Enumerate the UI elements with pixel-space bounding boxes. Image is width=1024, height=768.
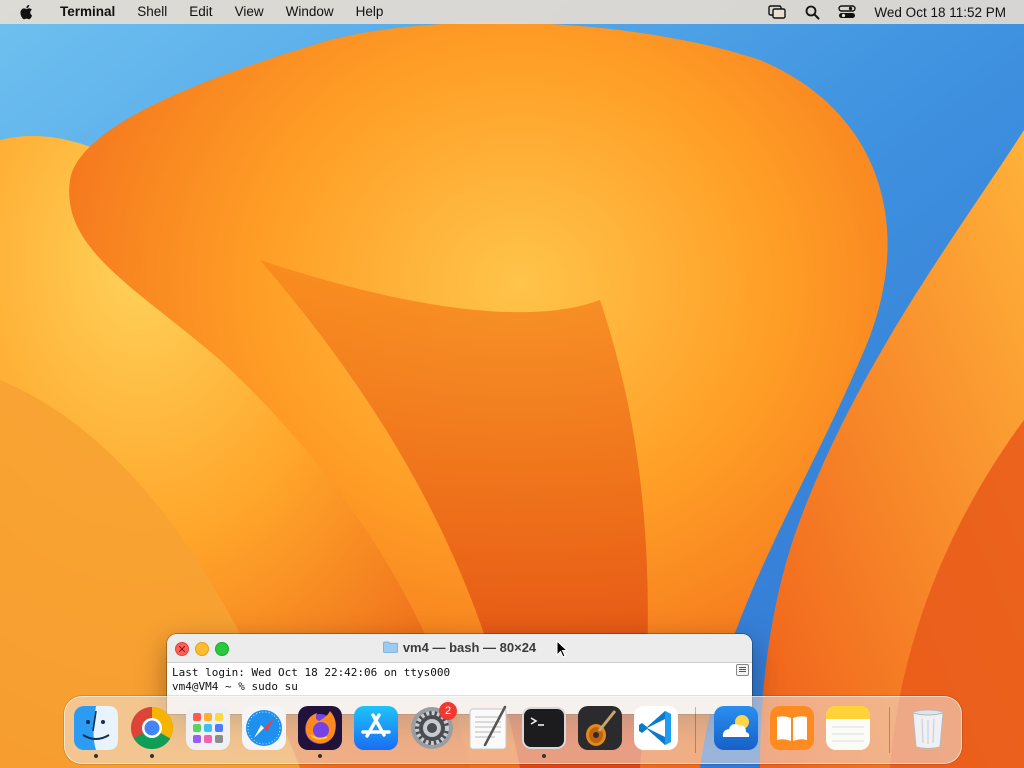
terminal-output[interactable]: Last login: Wed Oct 18 22:42:06 on ttys0… <box>167 663 752 697</box>
books-icon <box>770 706 814 750</box>
dock-vscode[interactable] <box>633 705 679 751</box>
terminal-line: Last login: Wed Oct 18 22:42:06 on ttys0… <box>172 666 451 679</box>
app-store-icon <box>354 706 398 750</box>
menu-edit[interactable]: Edit <box>178 0 223 24</box>
menu-view[interactable]: View <box>224 0 275 24</box>
finder-icon <box>74 706 118 750</box>
running-indicator <box>542 754 546 758</box>
chrome-icon <box>130 707 174 750</box>
apple-menu-icon[interactable] <box>18 3 36 21</box>
spotlight-search-icon[interactable] <box>803 4 821 20</box>
menu-window[interactable]: Window <box>275 0 345 24</box>
menu-shell[interactable]: Shell <box>126 0 178 24</box>
folder-icon <box>382 641 398 653</box>
control-center-icon[interactable] <box>838 4 857 20</box>
weather-icon <box>714 706 758 750</box>
dock-safari[interactable] <box>241 705 287 751</box>
firefox-icon <box>298 706 342 750</box>
window-title-wrap: vm4 — bash — 80×24 <box>167 634 752 662</box>
dock-system-settings[interactable]: 2 <box>409 702 457 751</box>
notes-icon <box>826 706 870 750</box>
dock-weather[interactable] <box>713 705 759 751</box>
notification-badge: 2 <box>439 702 457 720</box>
vscode-icon <box>634 706 678 750</box>
terminal-prompt-line[interactable]: vm4@VM4 ~ % sudo su <box>172 680 747 694</box>
menu-help[interactable]: Help <box>345 0 395 24</box>
dock-garageband[interactable] <box>577 705 623 751</box>
dock-finder[interactable] <box>73 705 119 758</box>
dock-chrome[interactable] <box>129 705 175 758</box>
running-indicator <box>318 754 322 758</box>
terminal-icon <box>522 707 566 749</box>
running-indicator <box>150 754 154 758</box>
dock: 2 <box>64 696 962 764</box>
dock-divider <box>695 707 696 753</box>
garageband-guitar-icon <box>578 706 622 750</box>
textedit-icon <box>469 705 507 750</box>
dock-trash[interactable] <box>905 705 951 751</box>
menu-app-terminal[interactable]: Terminal <box>52 0 126 24</box>
dock-launchpad[interactable] <box>185 705 231 751</box>
running-indicator <box>94 754 98 758</box>
mouse-pointer-icon <box>556 640 568 658</box>
dock-books[interactable] <box>769 705 815 751</box>
dock-app-store[interactable] <box>353 705 399 751</box>
dock-divider <box>889 707 890 753</box>
safari-icon <box>242 706 286 750</box>
launchpad-icon <box>186 706 230 750</box>
menu-bar: Terminal Shell Edit View Window Help Wed… <box>0 0 1024 24</box>
dock-firefox[interactable] <box>297 705 343 758</box>
dock-notes[interactable] <box>825 705 871 751</box>
window-title: vm4 — bash — 80×24 <box>402 640 537 655</box>
dock-textedit[interactable] <box>465 705 511 751</box>
screen-mirroring-icon[interactable] <box>768 4 787 20</box>
trash-icon <box>912 709 944 749</box>
terminal-titlebar[interactable]: vm4 — bash — 80×24 <box>167 634 752 663</box>
dock-terminal[interactable] <box>521 705 567 758</box>
menubar-clock[interactable]: Wed Oct 18 11:52 PM <box>874 5 1006 20</box>
